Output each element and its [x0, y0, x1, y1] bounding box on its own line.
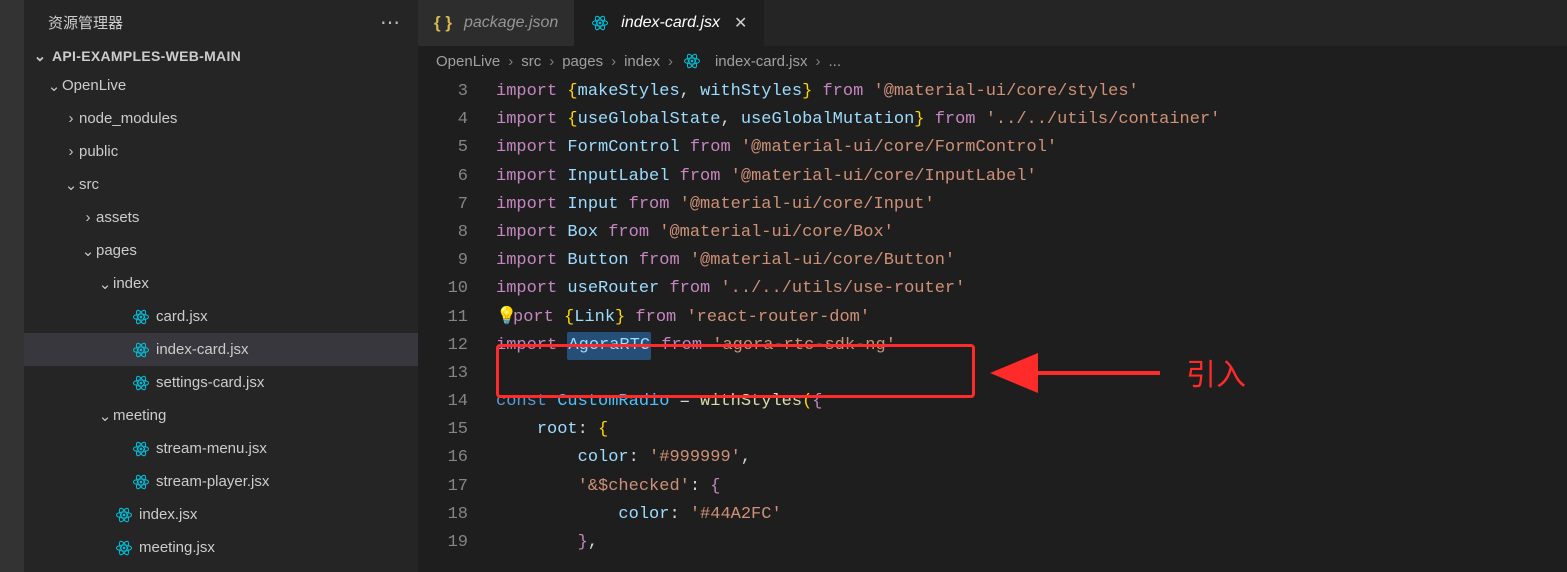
tree-item-label: meeting.jsx	[139, 539, 215, 556]
chevron-down-icon	[32, 47, 48, 65]
code-line[interactable]: import useRouter from '../../utils/use-r…	[496, 275, 1567, 303]
tree-item-label: node_modules	[79, 110, 177, 127]
tab[interactable]: { } package.json	[418, 0, 575, 46]
crumb-separator-icon: ›	[549, 53, 554, 70]
folder-item[interactable]: index	[24, 267, 418, 300]
code-line[interactable]: import {useGlobalState, useGlobalMutatio…	[496, 106, 1567, 134]
tree-item-label: index-card.jsx	[156, 341, 249, 358]
tree-item-label: meeting	[113, 407, 166, 424]
react-icon	[130, 374, 152, 392]
tree-item-label: index	[113, 275, 149, 292]
tab-bar: { } package.json index-card.jsx ✕	[418, 0, 1567, 46]
file-item[interactable]: index-card.jsx	[24, 333, 418, 366]
chevron-down-icon	[46, 77, 62, 95]
tree-item-label: src	[79, 176, 99, 193]
crumb[interactable]: OpenLive	[436, 53, 500, 70]
react-icon	[681, 52, 703, 70]
sidebar: 资源管理器 ⋯ API-EXAMPLES-WEB-MAIN OpenLive no…	[24, 0, 418, 572]
code-area[interactable]: import {makeStyles, withStyles} from '@m…	[496, 78, 1567, 557]
code-line[interactable]: 💡port {Link} from 'react-router-dom'	[496, 304, 1567, 332]
code-line[interactable]	[496, 360, 1567, 388]
react-icon	[130, 341, 152, 359]
code-line[interactable]: import Box from '@material-ui/core/Box'	[496, 219, 1567, 247]
editor-main: { } package.json index-card.jsx ✕ OpenLive ›…	[418, 0, 1567, 572]
file-item[interactable]: index.jsx	[24, 498, 418, 531]
tree-item-label: settings-card.jsx	[156, 374, 264, 391]
folder-item[interactable]: node_modules	[24, 102, 418, 135]
folder-item[interactable]: pages	[24, 234, 418, 267]
code-line[interactable]: root: {	[496, 416, 1567, 444]
file-item[interactable]: card.jsx	[24, 300, 418, 333]
tree-item-label: assets	[96, 209, 139, 226]
folder-item[interactable]: OpenLive	[24, 69, 418, 102]
chevron-right-icon	[63, 110, 79, 127]
crumb-separator-icon: ›	[816, 53, 821, 70]
crumb[interactable]: pages	[562, 53, 603, 70]
code-line[interactable]: color: '#999999',	[496, 444, 1567, 472]
tree-item-label: OpenLive	[62, 77, 126, 94]
folder-item[interactable]: public	[24, 135, 418, 168]
folder-item[interactable]: meeting	[24, 399, 418, 432]
file-item[interactable]: settings-card.jsx	[24, 366, 418, 399]
crumb[interactable]: src	[521, 53, 541, 70]
lightbulb-icon[interactable]: 💡	[496, 304, 513, 332]
chevron-down-icon	[97, 275, 113, 293]
code-line[interactable]: import {makeStyles, withStyles} from '@m…	[496, 78, 1567, 106]
line-numbers: 345678910111213141516171819	[418, 78, 496, 557]
sidebar-header: 资源管理器 ⋯	[24, 0, 418, 45]
file-tree: OpenLive node_modulespublic src assets pages…	[24, 69, 418, 564]
tree-item-label: stream-player.jsx	[156, 473, 269, 490]
code-line[interactable]: import FormControl from '@material-ui/co…	[496, 134, 1567, 162]
tree-item-label: card.jsx	[156, 308, 208, 325]
breadcrumb[interactable]: OpenLive › src › pages › index › index-card.jsx ›…	[418, 46, 1567, 76]
crumb[interactable]: index	[624, 53, 660, 70]
chevron-right-icon	[63, 143, 79, 160]
crumb-separator-icon: ›	[668, 53, 673, 70]
react-icon	[130, 308, 152, 326]
tab-label: index-card.jsx	[621, 14, 720, 32]
code-line[interactable]: color: '#44A2FC'	[496, 501, 1567, 529]
project-name: API-EXAMPLES-WEB-MAIN	[52, 48, 241, 64]
crumb[interactable]: ...	[829, 53, 842, 70]
chevron-down-icon	[97, 407, 113, 425]
code-editor[interactable]: 345678910111213141516171819 import {make…	[418, 76, 1567, 557]
code-line[interactable]: '&$checked': {	[496, 473, 1567, 501]
project-root[interactable]: API-EXAMPLES-WEB-MAIN	[24, 45, 418, 69]
code-line[interactable]: const CustomRadio = withStyles({	[496, 388, 1567, 416]
tree-item-label: stream-menu.jsx	[156, 440, 267, 457]
annotation-label: 引入	[1186, 350, 1246, 394]
activity-bar	[0, 0, 24, 572]
file-item[interactable]: meeting.jsx	[24, 531, 418, 564]
tab-label: package.json	[464, 14, 558, 32]
folder-item[interactable]: src	[24, 168, 418, 201]
chevron-right-icon	[80, 209, 96, 226]
sidebar-title: 资源管理器	[48, 12, 123, 33]
tab[interactable]: index-card.jsx ✕	[575, 0, 764, 46]
code-line[interactable]: },	[496, 529, 1567, 557]
close-icon[interactable]: ✕	[734, 13, 747, 33]
code-line[interactable]: import AgoraRTC from 'agora-rtc-sdk-ng'	[496, 332, 1567, 360]
tree-item-label: public	[79, 143, 118, 160]
react-icon	[113, 506, 135, 524]
sidebar-more-icon[interactable]: ⋯	[380, 10, 402, 35]
tree-item-label: pages	[96, 242, 137, 259]
file-item[interactable]: stream-menu.jsx	[24, 432, 418, 465]
json-icon: { }	[434, 13, 452, 33]
tree-item-label: index.jsx	[139, 506, 197, 523]
react-icon	[130, 473, 152, 491]
crumb-separator-icon: ›	[508, 53, 513, 70]
code-line[interactable]: import Input from '@material-ui/core/Inp…	[496, 191, 1567, 219]
folder-item[interactable]: assets	[24, 201, 418, 234]
react-icon	[591, 14, 609, 32]
react-icon	[130, 440, 152, 458]
crumb-separator-icon: ›	[611, 53, 616, 70]
code-line[interactable]: import InputLabel from '@material-ui/cor…	[496, 163, 1567, 191]
code-line[interactable]: import Button from '@material-ui/core/Bu…	[496, 247, 1567, 275]
file-item[interactable]: stream-player.jsx	[24, 465, 418, 498]
crumb[interactable]: index-card.jsx	[715, 53, 808, 70]
chevron-down-icon	[63, 176, 79, 194]
react-icon	[113, 539, 135, 557]
chevron-down-icon	[80, 242, 96, 260]
